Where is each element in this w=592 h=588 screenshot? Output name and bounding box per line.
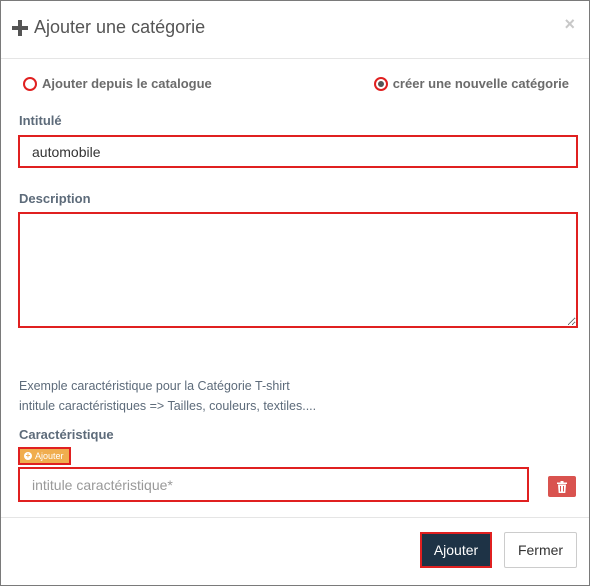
radio-from-catalog[interactable]: Ajouter depuis le catalogue <box>23 76 212 91</box>
radio-from-catalog-label: Ajouter depuis le catalogue <box>42 76 212 91</box>
close-icon[interactable]: × <box>564 15 575 33</box>
title-input[interactable] <box>18 135 578 168</box>
close-button[interactable]: Fermer <box>504 532 577 568</box>
add-characteristic-button[interactable]: + Ajouter <box>18 447 71 465</box>
radio-button-checked-icon[interactable] <box>373 76 388 91</box>
modal-title-text: Ajouter une catégorie <box>34 17 206 37</box>
add-characteristic-label: Ajouter <box>35 451 64 461</box>
radio-button-unchecked-icon[interactable] <box>23 76 37 91</box>
description-textarea[interactable] <box>18 212 578 328</box>
modal-header: Ajouter une catégorie × <box>1 1 589 59</box>
plus-circle-icon: + <box>24 451 32 460</box>
description-label: Description <box>19 191 91 206</box>
radio-new-category[interactable]: créer une nouvelle catégorie <box>373 76 569 91</box>
delete-characteristic-button[interactable] <box>548 476 576 497</box>
description-field-wrapper <box>18 212 578 328</box>
title-label: Intitulé <box>19 113 62 128</box>
add-category-modal: Ajouter une catégorie × Ajouter depuis l… <box>0 0 590 586</box>
footer-divider <box>1 517 589 518</box>
submit-button[interactable]: Ajouter <box>420 532 492 568</box>
trash-icon <box>557 480 567 493</box>
example-hint-line-1: Exemple caractéristique pour la Catégori… <box>19 379 290 393</box>
plus-icon <box>12 19 28 36</box>
characteristic-input[interactable] <box>18 467 529 502</box>
example-hint-line-2: intitule caractéristiques => Tailles, co… <box>19 399 317 413</box>
radio-new-category-label: créer une nouvelle catégorie <box>392 76 569 91</box>
modal-title: Ajouter une catégorie <box>12 17 205 38</box>
characteristic-label: Caractéristique <box>19 427 114 442</box>
